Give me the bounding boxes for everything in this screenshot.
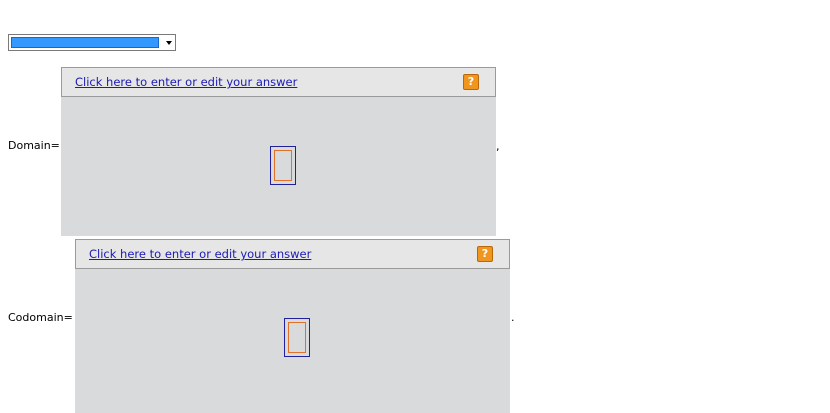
domain-answer-panel[interactable]: Click here to enter or edit your answer …	[61, 67, 496, 236]
domain-input-caret-box	[274, 150, 292, 181]
codomain-answer-input[interactable]	[284, 318, 310, 357]
codomain-trailing-period: .	[511, 311, 515, 324]
domain-answer-input[interactable]	[270, 146, 296, 185]
question-mark-icon[interactable]: ?	[477, 246, 493, 262]
codomain-label: Codomain=	[8, 311, 73, 324]
codomain-edit-answer-link[interactable]: Click here to enter or edit your answer	[89, 247, 311, 261]
domain-edit-answer-link[interactable]: Click here to enter or edit your answer	[75, 75, 297, 89]
codomain-input-caret-box	[288, 322, 306, 353]
answer-dropdown[interactable]	[8, 34, 176, 51]
domain-label: Domain=	[8, 139, 60, 152]
dropdown-selected-value	[11, 37, 159, 48]
chevron-down-icon[interactable]	[166, 41, 172, 45]
question-mark-icon[interactable]: ?	[463, 74, 479, 90]
codomain-answer-header: Click here to enter or edit your answer …	[75, 239, 510, 269]
codomain-answer-panel[interactable]: Click here to enter or edit your answer …	[75, 239, 510, 413]
domain-trailing-comma: ,	[496, 140, 500, 153]
page: Domain= Click here to enter or edit your…	[0, 0, 830, 413]
domain-answer-header: Click here to enter or edit your answer …	[61, 67, 496, 97]
